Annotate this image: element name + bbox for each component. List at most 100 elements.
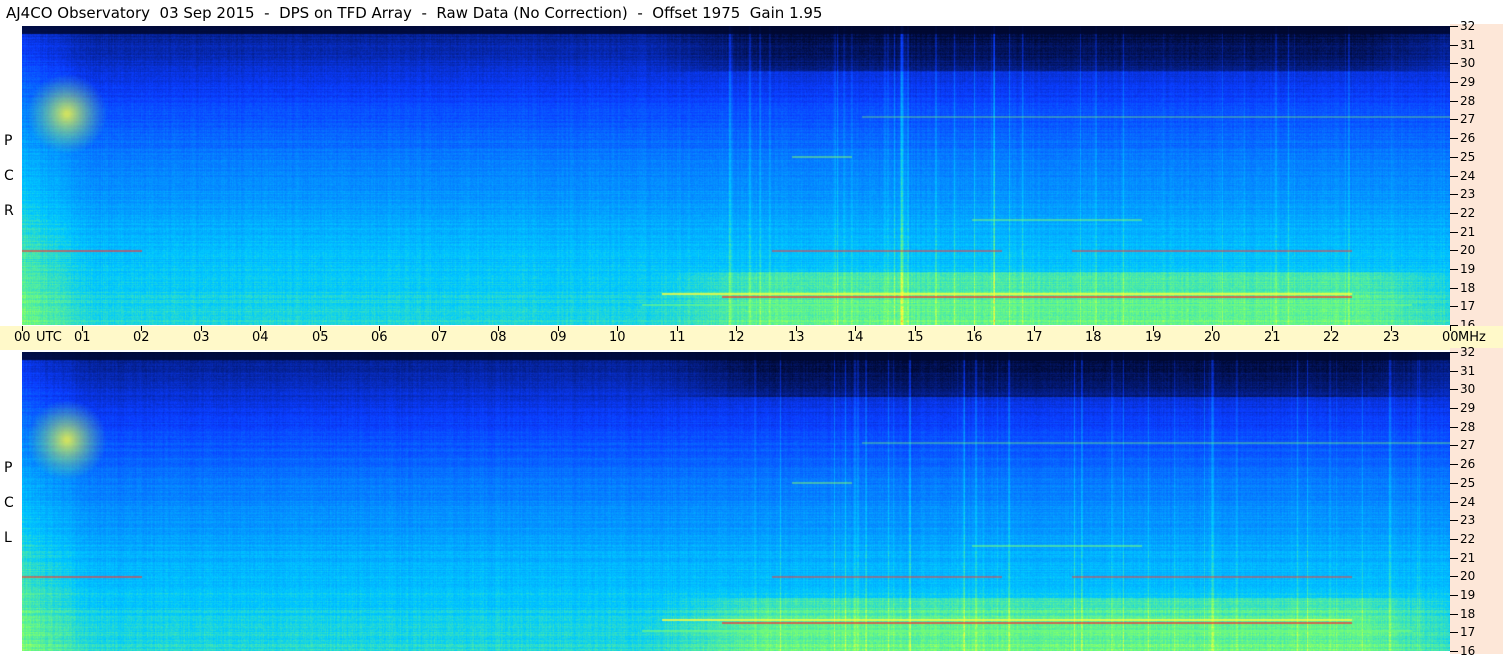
lcp-freq-tick [1450,483,1458,484]
time-tick [201,326,202,331]
rcp-freq-label: 17 [1460,299,1476,313]
time-tick [498,326,499,331]
rcp-freq-label: 30 [1460,56,1476,70]
lcp-freq-tick [1450,632,1458,633]
time-tick [796,326,797,331]
time-label: 18 [1085,330,1102,345]
rcp-freq-label: 31 [1460,38,1476,52]
lcp-freq-tick [1450,651,1458,652]
time-tick [617,326,618,331]
lcp-letter-p: P [4,460,13,476]
time-tick [1450,326,1451,331]
time-label: UTC [36,330,62,345]
rcp-freq-tick [1450,232,1458,233]
time-tick [677,326,678,331]
time-label: 19 [1145,330,1162,345]
rcp-freq-label: 19 [1460,262,1476,276]
lcp-freq-label: 18 [1460,607,1476,621]
time-tick [1034,326,1035,331]
time-tick [915,326,916,331]
lcp-freq-tick [1450,371,1458,372]
rcp-freq-tick [1450,194,1458,195]
lcp-freq-label: 27 [1460,438,1476,452]
rcp-freq-label: 29 [1460,75,1476,89]
lcp-freq-tick [1450,408,1458,409]
rcp-freq-label: 25 [1460,150,1476,164]
rcp-freq-tick [1450,157,1458,158]
lcp-freq-label: 32 [1460,345,1476,359]
lcp-letter-c: C [4,495,14,511]
lcp-freq-label: 21 [1460,551,1476,565]
time-tick [1212,326,1213,331]
lcp-freq-tick [1450,539,1458,540]
time-tick [736,326,737,331]
time-label: 11 [669,330,686,345]
time-tick [22,326,23,331]
lcp-freq-tick [1450,464,1458,465]
rcp-letter-c: C [4,168,14,184]
rcp-freq-label: 23 [1460,187,1476,201]
time-label: 09 [550,330,567,345]
rcp-freq-label: 24 [1460,169,1476,183]
lcp-freq-label: 16 [1460,644,1476,658]
lcp-freq-tick [1450,595,1458,596]
lcp-freq-label: 31 [1460,364,1476,378]
time-label: 23 [1383,330,1400,345]
rcp-letter-p: P [4,133,13,149]
time-tick [558,326,559,331]
time-label: 08 [490,330,507,345]
time-tick [1331,326,1332,331]
rcp-freq-tick [1450,138,1458,139]
time-label: 06 [371,330,388,345]
time-label: 14 [847,330,864,345]
time-tick [439,326,440,331]
time-tick [320,326,321,331]
time-label: 00 [1442,330,1459,345]
lcp-frequency-axis: 16 17 18 19 20 21 22 23 24 25 26 27 28 29 30 31 32 [1450,345,1503,658]
rcp-freq-tick [1450,82,1458,83]
time-tick [82,326,83,331]
time-tick [1272,326,1273,331]
lcp-freq-label: 26 [1460,457,1476,471]
rcp-spectrogram [22,26,1450,325]
rcp-freq-tick [1450,269,1458,270]
time-label: 05 [312,330,329,345]
rcp-frequency-axis: 16 17 18 19 20 21 22 23 24 25 26 27 28 29 30 31 32 [1450,20,1503,331]
time-tick [379,326,380,331]
time-label: 01 [74,330,91,345]
time-label: 00 [14,330,31,345]
utc-time-axis: 00 UTC 01 02 03 04 05 06 07 08 09 10 11 12 13 14 15 16 17 1… [0,326,1503,350]
rcp-freq-tick [1450,101,1458,102]
lcp-freq-tick [1450,520,1458,521]
time-tick [1153,326,1154,331]
time-label: 12 [728,330,745,345]
time-tick [1093,326,1094,331]
time-label: 04 [252,330,269,345]
rcp-freq-tick [1450,45,1458,46]
lcp-freq-tick [1450,427,1458,428]
rcp-spectrogram-canvas [22,26,1450,325]
rcp-freq-label: 27 [1460,112,1476,126]
time-tick [141,326,142,331]
time-tick [855,326,856,331]
lcp-letter-l: L [4,530,12,546]
rcp-freq-tick [1450,63,1458,64]
lcp-freq-tick [1450,576,1458,577]
rcp-freq-label: 28 [1460,94,1476,108]
lcp-freq-tick [1450,558,1458,559]
rcp-letter-r: R [4,203,14,219]
lcp-freq-label: 23 [1460,513,1476,527]
rcp-freq-tick [1450,119,1458,120]
lcp-freq-label: 24 [1460,495,1476,509]
lcp-freq-tick [1450,502,1458,503]
lcp-freq-label: 22 [1460,532,1476,546]
lcp-freq-label: 20 [1460,569,1476,583]
rcp-freq-tick [1450,306,1458,307]
rcp-freq-label: 32 [1460,19,1476,33]
time-tick [260,326,261,331]
rcp-freq-tick [1450,288,1458,289]
time-label: 03 [193,330,210,345]
time-tick [974,326,975,331]
lcp-freq-tick [1450,389,1458,390]
lcp-freq-label: 29 [1460,401,1476,415]
